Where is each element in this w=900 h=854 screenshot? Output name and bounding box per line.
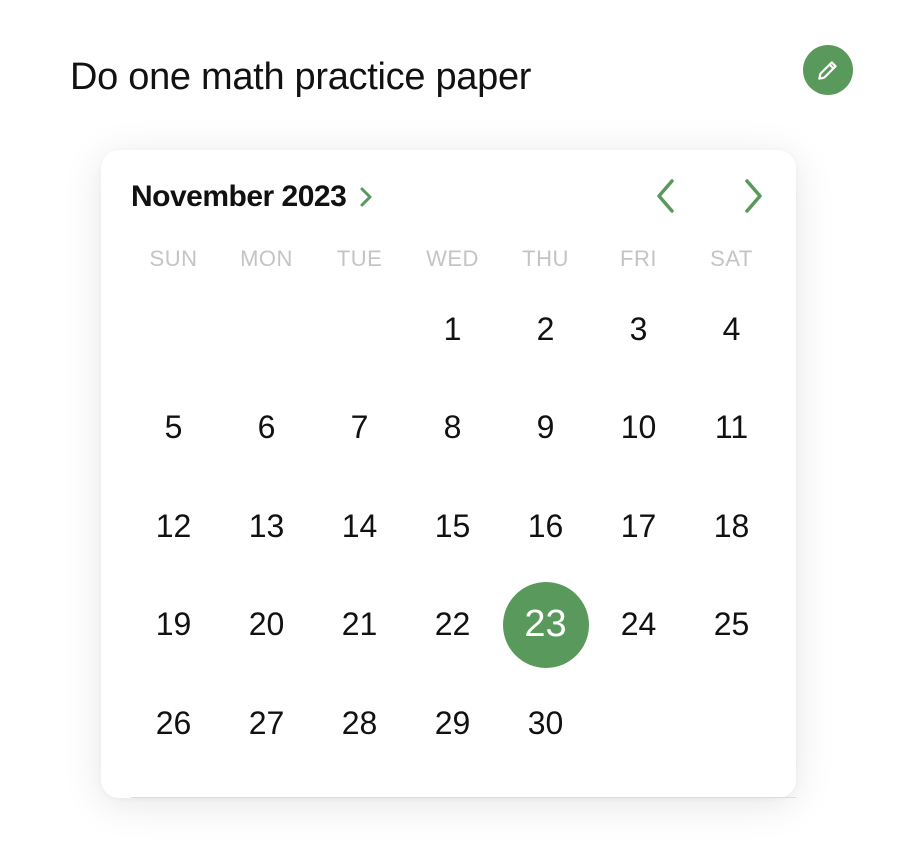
day-27[interactable]: 27 [224,680,310,766]
day-cell: 25 [685,576,778,675]
task-title: Do one math practice paper [70,56,532,98]
weekday-header-row: SUN MON TUE WED THU FRI SAT [127,246,778,272]
pencil-icon [815,57,841,83]
weekday-sun: SUN [149,246,198,271]
weekday-mon: MON [240,246,293,271]
day-cell: 24 [592,576,685,675]
day-24[interactable]: 24 [596,582,682,668]
selected-day-23[interactable]: 23 [502,581,589,668]
day-cell: 10 [592,379,685,478]
day-9[interactable]: 9 [503,385,589,471]
weekday-fri: FRI [620,246,657,271]
day-cell: 13 [220,477,313,576]
page: Do one math practice paper November 2023 [0,0,900,854]
day-cell: 8 [406,379,499,478]
day-17[interactable]: 17 [596,483,682,569]
day-4[interactable]: 4 [689,286,775,372]
day-cell: 5 [127,379,220,478]
day-28[interactable]: 28 [317,680,403,766]
day-20[interactable]: 20 [224,582,310,668]
chevron-left-icon [654,178,678,219]
day-12[interactable]: 12 [131,483,217,569]
weekday-tue: TUE [336,246,383,271]
day-cell: 15 [406,477,499,576]
day-grid: 1 2 3 4 5 6 7 8 9 10 11 12 13 14 15 16 17 18 19 20 21 22 23 24 2… [127,280,778,773]
day-16[interactable]: 16 [503,483,589,569]
day-18[interactable]: 18 [689,483,775,569]
day-cell: 7 [313,379,406,478]
next-month-button[interactable] [733,178,773,218]
empty-day-cell [313,280,406,379]
day-cell: 16 [499,477,592,576]
day-cell: 22 [406,576,499,675]
previous-month-button[interactable] [646,178,686,218]
day-8[interactable]: 8 [410,385,496,471]
day-cell: 20 [220,576,313,675]
month-year-toggle[interactable]: November 2023 [131,180,374,214]
day-cell: 29 [406,674,499,773]
day-cell: 6 [220,379,313,478]
day-29[interactable]: 29 [410,680,496,766]
day-cell: 11 [685,379,778,478]
day-cell: 30 [499,674,592,773]
weekday-thu: THU [522,246,569,271]
chevron-right-icon [358,185,374,209]
day-cell: 19 [127,576,220,675]
day-11[interactable]: 11 [689,385,775,471]
day-15[interactable]: 15 [410,483,496,569]
day-3[interactable]: 3 [596,286,682,372]
day-cell: 1 [406,280,499,379]
day-7[interactable]: 7 [317,385,403,471]
edit-button[interactable] [803,45,853,95]
month-label: November 2023 [131,180,347,213]
divider [131,797,796,798]
day-2[interactable]: 2 [503,286,589,372]
day-10[interactable]: 10 [596,385,682,471]
day-cell: 28 [313,674,406,773]
day-30[interactable]: 30 [503,680,589,766]
chevron-right-icon [741,178,765,219]
empty-day-cell [127,280,220,379]
day-cell: 26 [127,674,220,773]
day-cell: 12 [127,477,220,576]
day-cell: 27 [220,674,313,773]
day-cell: 21 [313,576,406,675]
day-cell: 18 [685,477,778,576]
day-25[interactable]: 25 [689,582,775,668]
weekday-wed: WED [426,246,479,271]
day-1[interactable]: 1 [410,286,496,372]
day-14[interactable]: 14 [317,483,403,569]
day-cell: 23 [499,576,592,675]
day-22[interactable]: 22 [410,582,496,668]
day-6[interactable]: 6 [224,385,310,471]
empty-day-cell [220,280,313,379]
day-cell: 17 [592,477,685,576]
day-26[interactable]: 26 [131,680,217,766]
day-cell: 14 [313,477,406,576]
weekday-sat: SAT [710,246,753,271]
date-picker: November 2023 SUN MON TUE WED THU FRI SA… [101,150,796,798]
day-19[interactable]: 19 [131,582,217,668]
day-cell: 2 [499,280,592,379]
day-cell: 4 [685,280,778,379]
day-21[interactable]: 21 [317,582,403,668]
day-5[interactable]: 5 [131,385,217,471]
day-cell: 9 [499,379,592,478]
day-13[interactable]: 13 [224,483,310,569]
day-cell: 3 [592,280,685,379]
